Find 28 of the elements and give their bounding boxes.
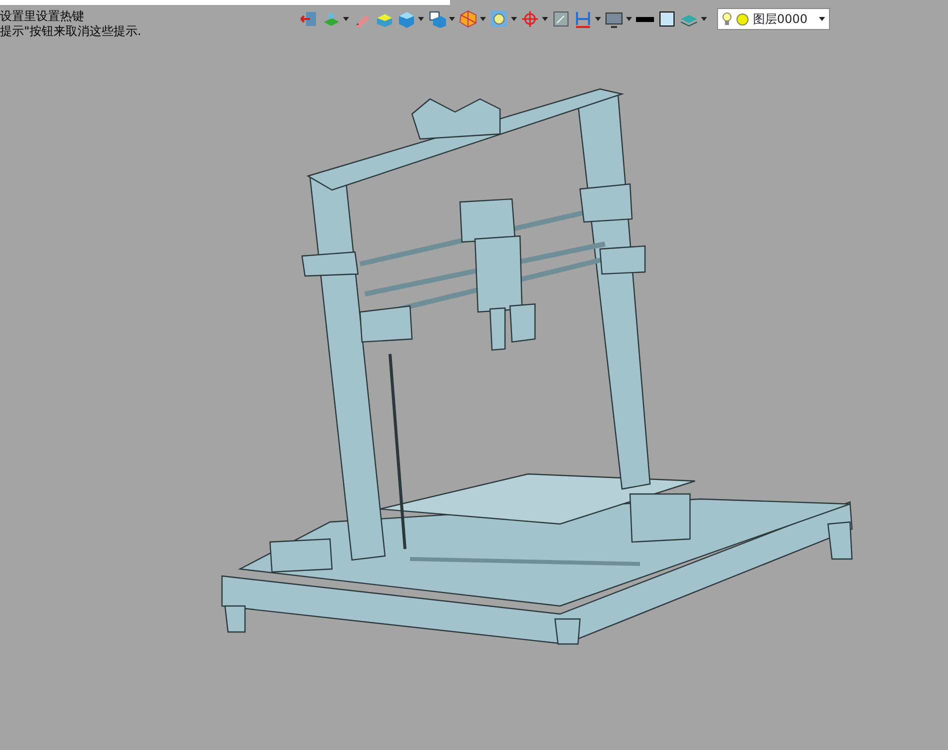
caret-icon: [343, 17, 349, 21]
layer-dropdown[interactable]: 图层0000: [717, 8, 830, 30]
layer-name: 图层0000: [753, 11, 809, 28]
caret-icon: [626, 17, 632, 21]
caret-icon: [480, 17, 486, 21]
polygon-icon: [459, 10, 477, 28]
sun-icon: [736, 12, 749, 26]
light-bulb-icon: [722, 12, 732, 26]
hint-text: 提示"按钮来取消这些提示.: [0, 24, 142, 39]
hint-text: 设置里设置热键: [0, 9, 85, 24]
caret-icon: [511, 17, 517, 21]
monitor-icon: [605, 10, 623, 28]
caret-icon: [449, 17, 455, 21]
cube-icon: [397, 10, 415, 28]
dimension-icon: [574, 10, 592, 28]
caret-icon: [819, 17, 825, 21]
caret-icon: [542, 17, 548, 21]
caret-icon: [701, 17, 707, 21]
crosshair-icon: [521, 10, 539, 28]
zoom-icon: [490, 10, 508, 28]
window-icon: [552, 10, 570, 28]
caret-icon: [418, 17, 424, 21]
exit-icon: [300, 10, 318, 28]
caret-icon: [595, 17, 601, 21]
color-swatch-icon: [658, 10, 676, 28]
line-weight-icon: [636, 16, 654, 22]
view-cube-icon: [428, 10, 446, 28]
layer-icon: [322, 10, 340, 28]
